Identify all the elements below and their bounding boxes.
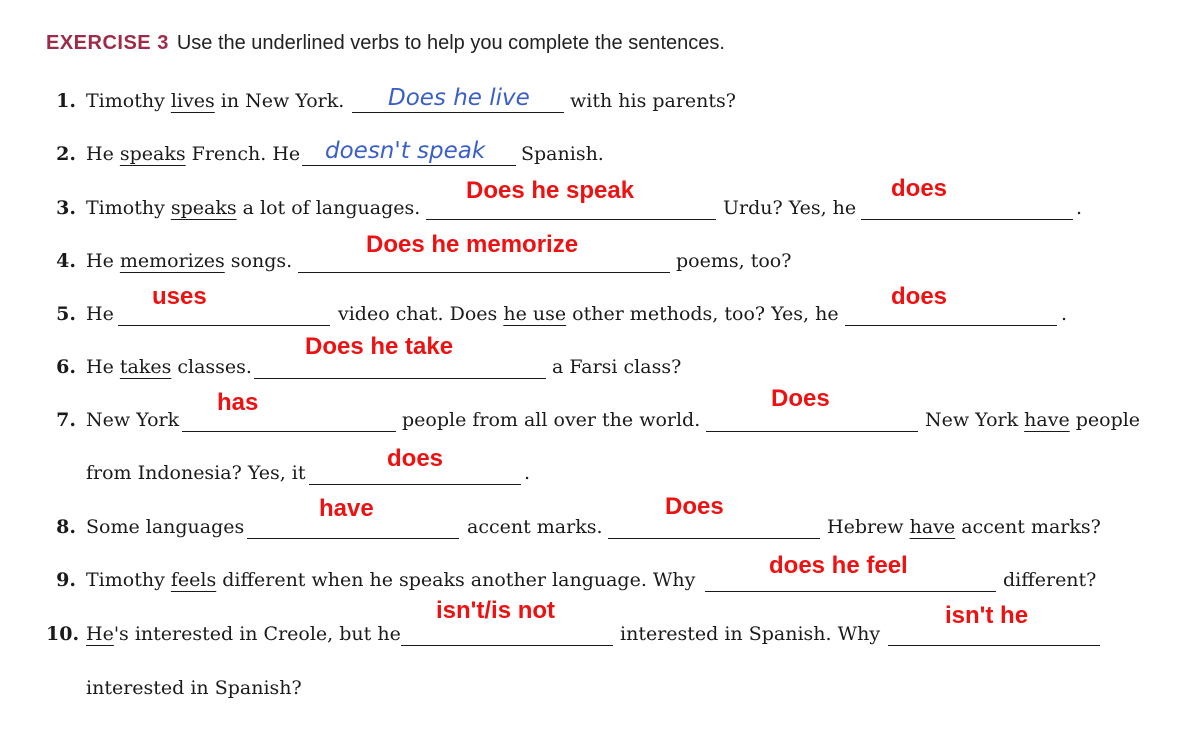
red-answer: does he feel — [769, 552, 908, 579]
answer-blank[interactable] — [845, 325, 1057, 326]
period: . — [524, 462, 531, 484]
handwritten-answer: doesn't speak — [325, 138, 486, 164]
sentence-text: poems, too? — [676, 250, 792, 272]
sentence-text: interested in Spanish? — [86, 677, 302, 699]
answer-blank[interactable] — [706, 431, 918, 432]
sentence-text: Hebrew have accent marks? — [827, 516, 1101, 538]
red-answer: Does he take — [305, 333, 454, 360]
sentence-text: He — [86, 303, 114, 325]
red-answer: Does — [771, 385, 830, 412]
sentence-text: from Indonesia? Yes, it — [86, 462, 306, 484]
handwritten-answer: Does he live — [388, 85, 530, 111]
sentence-text: Timothy lives in New York. — [86, 90, 345, 112]
period: . — [1061, 303, 1068, 325]
item-number: 1. — [56, 90, 76, 112]
exercise-header: EXERCISE 3 Use the underlined verbs to he… — [46, 32, 725, 55]
exercise-instruction: Use the underlined verbs to help you com… — [176, 32, 725, 54]
red-answer: Does — [665, 493, 724, 520]
period: . — [1076, 197, 1083, 219]
sentence-text: Timothy speaks a lot of languages. — [86, 197, 421, 219]
item-number: 8. — [56, 516, 76, 538]
red-answer: isn't he — [945, 602, 1029, 629]
red-answer: have — [319, 495, 374, 522]
item-number: 9. — [56, 569, 76, 591]
sentence-text: with his parents? — [570, 90, 736, 112]
answer-blank[interactable] — [247, 538, 459, 539]
sentence-text: Timothy feels different when he speaks a… — [86, 569, 696, 591]
sentence-text: Urdu? Yes, he — [723, 197, 857, 219]
answer-blank[interactable] — [705, 591, 996, 592]
exercise-label: EXERCISE 3 — [46, 32, 169, 54]
item-number: 10. — [46, 623, 80, 645]
sentence-text: different? — [1003, 569, 1097, 591]
answer-blank[interactable] — [861, 219, 1073, 220]
item-number: 7. — [56, 409, 76, 431]
answer-blank[interactable] — [298, 272, 670, 273]
sentence-text: accent marks. — [467, 516, 603, 538]
answer-blank[interactable] — [309, 484, 521, 485]
red-answer: does — [891, 175, 948, 202]
item-number: 6. — [56, 356, 76, 378]
answer-blank[interactable] — [608, 538, 820, 539]
red-answer: does — [891, 283, 948, 310]
sentence-text: interested in Spanish. Why — [620, 623, 881, 645]
answer-blank[interactable] — [401, 645, 613, 646]
item-number: 4. — [56, 250, 76, 272]
answer-blank[interactable] — [302, 165, 516, 166]
item-number: 2. — [56, 143, 76, 165]
sentence-text: people from all over the world. — [402, 409, 701, 431]
item-number: 3. — [56, 197, 76, 219]
answer-blank[interactable] — [352, 112, 564, 113]
red-answer: Does he memorize — [366, 231, 579, 258]
sentence-text: New York — [86, 409, 180, 431]
sentence-text: He's interested in Creole, but he — [86, 623, 401, 645]
red-answer: has — [217, 389, 259, 416]
sentence-text: He takes classes. — [86, 356, 252, 378]
sentence-text: video chat. Does he use other methods, t… — [338, 303, 839, 325]
red-answer: does — [387, 445, 444, 472]
answer-blank[interactable] — [118, 325, 330, 326]
item-number: 5. — [56, 303, 76, 325]
sentence-text: a Farsi class? — [552, 356, 682, 378]
answer-blank[interactable] — [426, 219, 716, 220]
answer-blank[interactable] — [888, 645, 1100, 646]
red-answer: isn't/is not — [436, 597, 556, 624]
sentence-text: Spanish. — [521, 143, 604, 165]
sentence-text: He speaks French. He — [86, 143, 301, 165]
red-answer: Does he speak — [466, 177, 635, 204]
red-answer: uses — [152, 283, 207, 310]
answer-blank[interactable] — [182, 431, 396, 432]
sentence-text: He memorizes songs. — [86, 250, 293, 272]
sentence-text: New York have people — [925, 409, 1141, 431]
answer-blank[interactable] — [254, 378, 546, 379]
sentence-text: Some languages — [86, 516, 245, 538]
